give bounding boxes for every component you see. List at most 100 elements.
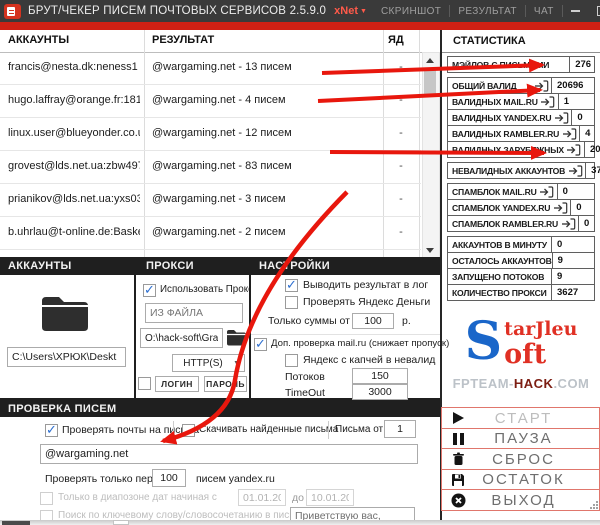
export-icon[interactable] [550, 202, 570, 214]
accounts-table: francis@nesta.dk:neness1 @wargaming.net … [0, 52, 421, 257]
download-letters-checkbox[interactable] [182, 424, 195, 437]
rest-button[interactable]: ОСТАТОК [441, 469, 600, 491]
table-row[interactable]: grovest@lds.net.ua:zbw497of @wargaming.n… [0, 151, 421, 184]
export-icon[interactable] [559, 128, 579, 140]
use-proxy-checkbox[interactable] [143, 284, 156, 297]
column-header-accounts[interactable]: АККАУНТЫ [8, 34, 69, 46]
logo-line1: tarJleu [504, 320, 577, 339]
account-cell: linux.user@blueyonder.co.uk:bennev [8, 127, 140, 139]
letters-from-input[interactable] [384, 420, 416, 438]
stat-label: ВАЛИДНЫХ MAIL.RU [448, 97, 538, 107]
sender-filter-input[interactable] [40, 444, 418, 464]
window-title: БРУТ/ЧЕКЕР ПИСЕМ ПОЧТОВЫХ СЕРВИСОВ 2.5.9… [28, 5, 326, 17]
accounts-folder-button[interactable] [40, 293, 90, 338]
menu-screenshot[interactable]: СКРИНШОТ [373, 6, 449, 17]
proxy-panel: Использовать Прокси HTTP(S) ▼ ЛОГИН ПАРО… [136, 275, 249, 398]
stat-row: СПАМБЛОК YANDEX.RU 0 [447, 199, 595, 216]
proxy-type-select[interactable]: HTTP(S) ▼ [172, 354, 245, 372]
date-from-input[interactable] [238, 489, 286, 506]
table-header: АККАУНТЫ РЕЗУЛЬТАТ ЯД [0, 30, 440, 53]
result-cell: @wargaming.net - 4 писем [152, 94, 286, 106]
log-result-label: Выводить результат в лог [303, 279, 428, 291]
date-to-input[interactable] [306, 489, 354, 506]
stat-value: 0 [551, 237, 594, 252]
minimize-button[interactable] [563, 0, 589, 22]
proxy-auth-checkbox[interactable] [138, 377, 151, 390]
column-header-yad[interactable]: ЯД [388, 34, 404, 46]
stat-row: ВАЛИДНЫХ MAIL.RU 1 [447, 93, 595, 110]
threads-label: Потоков [285, 371, 325, 383]
table-scrollbar[interactable] [422, 52, 440, 258]
table-row[interactable]: linux.user@blueyonder.co.uk:bennev @warg… [0, 118, 421, 151]
resize-grip[interactable] [590, 501, 598, 509]
export-icon[interactable] [565, 165, 585, 177]
scrollbar-thumb[interactable] [424, 69, 436, 97]
account-cell: grovest@lds.net.ua:zbw497of [8, 160, 140, 172]
scroll-down-button[interactable] [423, 243, 437, 257]
log-result-checkbox[interactable] [285, 279, 298, 292]
exit-button[interactable]: ВЫХОД [441, 489, 600, 511]
stat-label: СПАМБЛОК RAMBLER.RU [448, 219, 558, 229]
proxy-login-button[interactable]: ЛОГИН [155, 376, 199, 392]
statistics-header: СТАТИСТИКА [442, 30, 600, 53]
column-header-result[interactable]: РЕЗУЛЬТАТ [152, 34, 214, 46]
xnet-dropdown-caret-icon[interactable]: ▼ [360, 8, 373, 15]
cropped-ui-fragment [2, 521, 30, 525]
table-row[interactable]: prianikov@lds.net.ua:yxs031ga @wargaming… [0, 184, 421, 217]
stat-row: ОСТАЛОСЬ АККАУНТОВ 9 [447, 252, 595, 269]
export-icon[interactable] [531, 80, 551, 92]
account-cell: prianikov@lds.net.ua:yxs031ga [8, 193, 140, 205]
proxy-file-path-input[interactable] [140, 328, 223, 348]
proxy-folder-button[interactable] [226, 328, 247, 351]
export-icon[interactable] [558, 218, 578, 230]
start-button[interactable]: СТАРТ [441, 407, 600, 429]
stat-row: АККАУНТОВ В МИНУТУ 0 [447, 236, 595, 253]
only-sums-input[interactable] [352, 313, 394, 329]
stat-row: ВАЛИДНЫХ YANDEX.RU 0 [447, 109, 595, 126]
stat-value: 9 [551, 269, 594, 284]
export-icon[interactable] [551, 112, 571, 124]
menu-chat[interactable]: ЧАТ [526, 6, 562, 17]
stat-value: 276 [569, 57, 600, 72]
mailru-extra-label: Доп. проверка mail.ru (снижает пропуск) [271, 338, 449, 349]
table-row[interactable]: francis@nesta.dk:neness1 @wargaming.net … [0, 52, 421, 85]
export-icon[interactable] [564, 144, 584, 156]
stat-value: 0 [578, 216, 600, 231]
mail-check-title: ПРОВЕРКА ПИСЕМ [8, 403, 116, 415]
accounts-path-input[interactable] [7, 347, 126, 367]
stat-value: 0 [557, 184, 600, 199]
stat-label: ВАЛИДНЫХ YANDEX.RU [448, 113, 551, 123]
stat-row: ЗАПУЩЕНО ПОТОКОВ 9 [447, 268, 595, 285]
stat-label: ОСТАЛОСЬ АККАУНТОВ [448, 256, 552, 266]
table-row[interactable]: hugo.laffray@orange.fr:1812hu @wargaming… [0, 85, 421, 118]
scroll-up-button[interactable] [423, 53, 437, 67]
yandex-captcha-checkbox[interactable] [285, 354, 298, 367]
settings-panel: Выводить результат в лог Проверять Яндек… [251, 275, 440, 398]
pause-button[interactable]: ПАУЗА [441, 428, 600, 450]
table-row[interactable]: b.uhrlau@t-online.de:Baskets1 @wargaming… [0, 217, 421, 250]
threads-input[interactable] [352, 368, 408, 384]
statistics-list: МЭЙЛОВ С ПИСЬМАМИ 276 ОБЩИЙ ВАЛИД 20696 … [442, 53, 600, 301]
proxy-password-button[interactable]: ПАРОЛЬ [204, 376, 247, 392]
check-letters-checkbox[interactable] [45, 424, 58, 437]
stat-value: 0 [571, 110, 600, 125]
menu-xnet[interactable]: xNet [326, 5, 360, 17]
letters-from-label: Письма от [335, 424, 383, 435]
menu-result[interactable]: РЕЗУЛЬТАТ [450, 6, 525, 17]
first-only-input[interactable] [152, 469, 186, 487]
mailru-extra-checkbox[interactable] [254, 338, 267, 351]
stat-row: ВАЛИДНЫХ ЗАРУБЕЖНЫХ 20691 [447, 141, 595, 158]
date-range-checkbox[interactable] [40, 492, 53, 505]
proxy-from-file-input[interactable] [145, 303, 243, 323]
yandex-money-checkbox[interactable] [285, 296, 298, 309]
title-bar: БРУТ/ЧЕКЕР ПИСЕМ ПОЧТОВЫХ СЕРВИСОВ 2.5.9… [0, 0, 600, 22]
brand-site: FPTEAM-HACK.COM [442, 376, 600, 391]
export-icon[interactable] [538, 96, 558, 108]
action-buttons: СТАРТ ПАУЗА СБРОС ОСТАТОК ВЫХОД [441, 407, 600, 511]
reset-button[interactable]: СБРОС [441, 448, 600, 470]
maximize-button[interactable] [589, 0, 600, 22]
exit-icon [442, 493, 474, 508]
timeout-input[interactable] [352, 384, 408, 400]
logo-initial: S [465, 320, 503, 364]
export-icon[interactable] [537, 186, 557, 198]
